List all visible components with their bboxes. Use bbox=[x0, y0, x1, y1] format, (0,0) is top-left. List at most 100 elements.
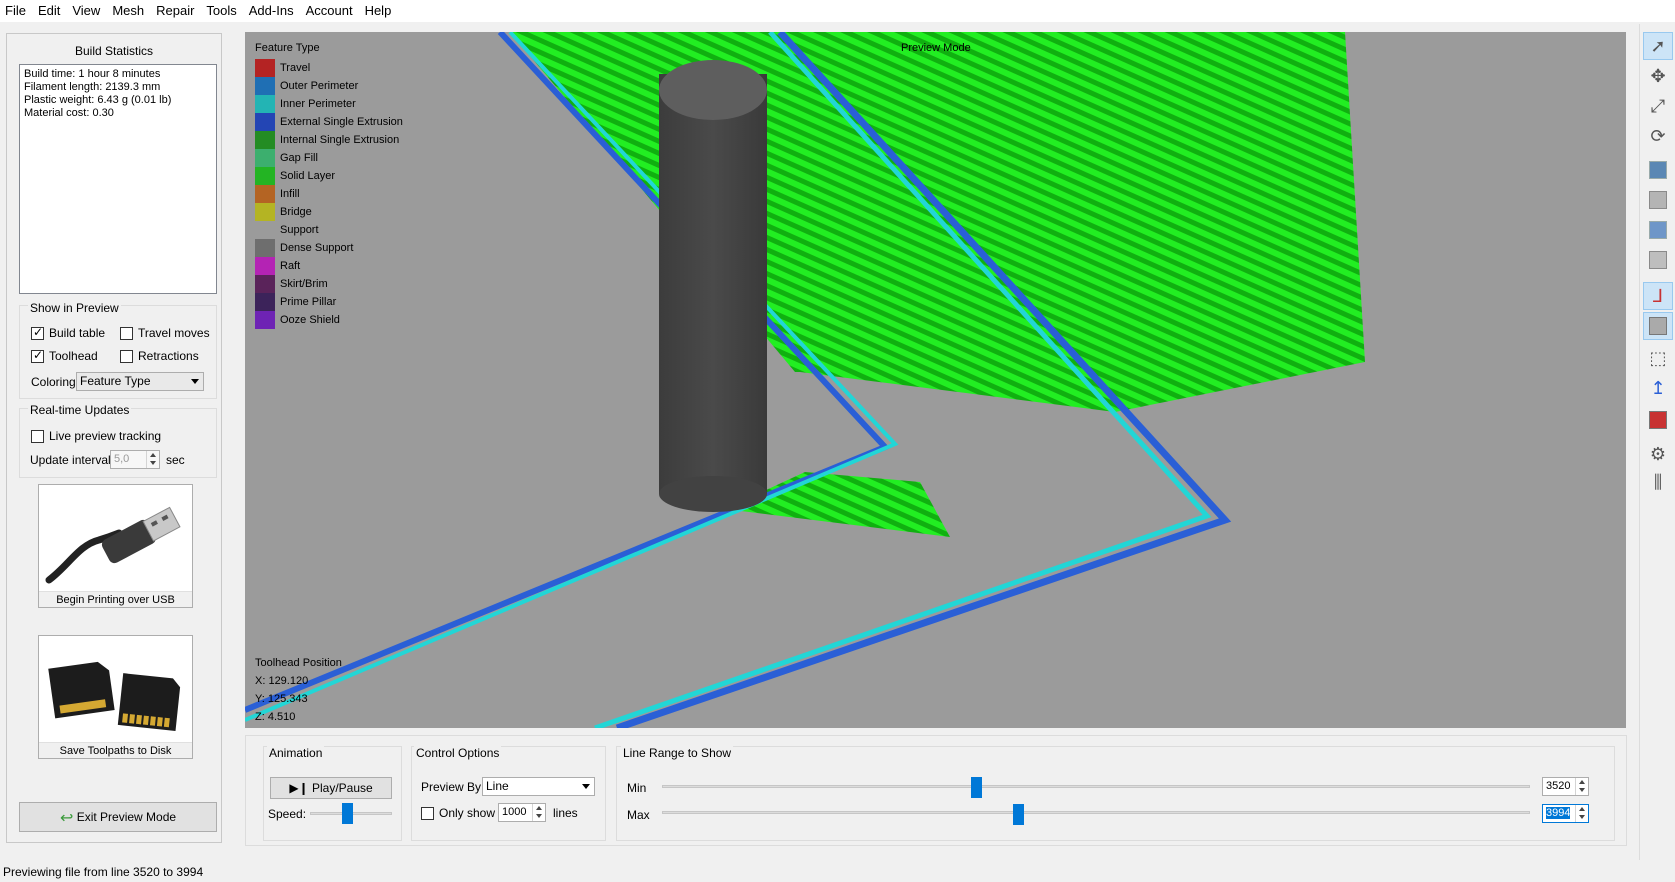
gear-icon[interactable]: ⚙ bbox=[1643, 440, 1673, 468]
retractions-option[interactable]: Retractions bbox=[120, 349, 199, 363]
legend-label: Prime Pillar bbox=[280, 296, 337, 308]
exit-preview-button[interactable]: ↩ Exit Preview Mode bbox=[19, 802, 217, 832]
legend-label: Support bbox=[280, 224, 319, 236]
menu-file[interactable]: File bbox=[0, 0, 33, 22]
live-preview-checkbox[interactable] bbox=[31, 429, 44, 443]
min-line-spinbox[interactable]: 3520 bbox=[1542, 777, 1589, 796]
legend-item: Inner Perimeter bbox=[255, 95, 403, 113]
speed-label: Speed: bbox=[268, 807, 307, 821]
legend-title: Feature Type bbox=[255, 42, 320, 54]
sd-card-icon bbox=[48, 661, 181, 731]
legend-swatch bbox=[255, 293, 275, 311]
only-show-option[interactable]: Only show bbox=[421, 806, 495, 820]
menu-tools[interactable]: Tools bbox=[201, 0, 243, 22]
legend-swatch bbox=[255, 113, 275, 131]
move-icon[interactable]: ✥ bbox=[1643, 62, 1673, 90]
spin-arrows-icon[interactable] bbox=[532, 804, 545, 821]
menu-edit[interactable]: Edit bbox=[33, 0, 67, 22]
travel-moves-label: Travel moves bbox=[138, 326, 210, 340]
toolhead-option[interactable]: Toolhead bbox=[31, 348, 98, 363]
toolhead-position: Toolhead Position X: 129.120 Y: 125.343 … bbox=[255, 654, 342, 726]
menu-mesh[interactable]: Mesh bbox=[107, 0, 151, 22]
speed-slider-handle[interactable] bbox=[341, 803, 353, 824]
line-range-title: Line Range to Show bbox=[621, 746, 734, 760]
legend-label: Travel bbox=[280, 62, 311, 74]
coloring-label: Coloring bbox=[31, 375, 76, 389]
menu-help[interactable]: Help bbox=[360, 0, 399, 22]
chevron-down-icon bbox=[582, 784, 590, 789]
live-preview-label: Live preview tracking bbox=[49, 429, 162, 443]
only-show-lines-spinbox[interactable]: 1000 bbox=[498, 803, 546, 822]
legend-swatch bbox=[255, 77, 275, 95]
disk-button-label: Save Toolpaths to Disk bbox=[39, 742, 192, 758]
min-range-slider-handle[interactable] bbox=[971, 777, 983, 798]
live-preview-option[interactable]: Live preview tracking bbox=[31, 429, 161, 443]
wireframe-cube-icon[interactable]: ⬚ bbox=[1643, 344, 1673, 372]
realtime-updates-group: Real-time Updates Live preview tracking … bbox=[19, 403, 217, 478]
max-line-spinbox[interactable]: 3994 bbox=[1542, 804, 1589, 823]
chevron-down-icon bbox=[191, 379, 199, 384]
z-axis-icon[interactable]: ↥ bbox=[1643, 374, 1673, 402]
build-statistics-box: Build time: 1 hour 8 minutes Filament le… bbox=[19, 64, 217, 294]
lines-label: lines bbox=[553, 806, 578, 820]
min-range-slider-track[interactable] bbox=[662, 785, 1530, 788]
section-icon[interactable] bbox=[1643, 406, 1673, 434]
legend-item: Dense Support bbox=[255, 239, 403, 257]
build-table-label: Build table bbox=[49, 326, 106, 340]
axis-icon[interactable]: ⅃ bbox=[1643, 282, 1673, 310]
coloring-select[interactable]: Feature Type bbox=[76, 372, 204, 391]
view-cube-icon[interactable] bbox=[1643, 156, 1673, 184]
legend-item: Bridge bbox=[255, 203, 403, 221]
toolhead-cylinder-bottom bbox=[659, 476, 767, 512]
build-table-checkbox[interactable] bbox=[31, 325, 44, 340]
view-cube-icon[interactable] bbox=[1643, 246, 1673, 274]
control-options-title: Control Options bbox=[414, 746, 502, 760]
view-cube-icon[interactable] bbox=[1643, 186, 1673, 214]
legend-item: External Single Extrusion bbox=[255, 113, 403, 131]
begin-printing-usb-button[interactable]: Begin Printing over USB bbox=[38, 484, 193, 608]
max-range-slider-handle[interactable] bbox=[1012, 804, 1024, 825]
spin-arrows-icon[interactable] bbox=[1575, 805, 1588, 822]
preview-by-label: Preview By bbox=[421, 780, 482, 794]
preview-by-select[interactable]: Line bbox=[482, 777, 595, 796]
bottom-control-panel: Animation ▶❙ Play/Pause Speed: Control O… bbox=[245, 735, 1627, 846]
legend-item: Infill bbox=[255, 185, 403, 203]
save-toolpaths-button[interactable]: Save Toolpaths to Disk bbox=[38, 635, 193, 759]
legend-swatch bbox=[255, 149, 275, 167]
build-table-option[interactable]: Build table bbox=[31, 325, 106, 340]
rotate-icon[interactable]: ⟳ bbox=[1643, 122, 1673, 150]
retractions-checkbox[interactable] bbox=[120, 349, 133, 363]
toolhead-z: Z: 4.510 bbox=[255, 711, 296, 723]
spin-arrows-icon[interactable] bbox=[1575, 778, 1588, 795]
toolhead-checkbox[interactable] bbox=[31, 348, 44, 363]
only-show-checkbox[interactable] bbox=[421, 806, 434, 820]
toolhead-y: Y: 125.343 bbox=[255, 693, 308, 705]
supports-icon[interactable]: ⫼ bbox=[1643, 468, 1673, 496]
view-cube-icon[interactable] bbox=[1643, 216, 1673, 244]
menu-account[interactable]: Account bbox=[301, 0, 360, 22]
update-interval-spinbox[interactable]: 5,0 bbox=[110, 450, 160, 469]
update-interval-label: Update interval bbox=[30, 453, 111, 467]
scale-icon[interactable]: ⤢ bbox=[1643, 92, 1673, 120]
menu-view[interactable]: View bbox=[67, 0, 107, 22]
max-range-slider-track[interactable] bbox=[662, 811, 1530, 814]
preview-viewport[interactable]: Feature Type Travel Outer Perimeter Inne… bbox=[245, 32, 1626, 728]
toolhead-label: Toolhead bbox=[49, 349, 98, 363]
travel-moves-option[interactable]: Travel moves bbox=[120, 326, 210, 340]
travel-moves-checkbox[interactable] bbox=[120, 326, 133, 340]
play-pause-button[interactable]: ▶❙ Play/Pause bbox=[270, 777, 392, 799]
select-arrow-icon[interactable]: ➚ bbox=[1643, 32, 1673, 60]
menu-repair[interactable]: Repair bbox=[151, 0, 201, 22]
legend-label: Ooze Shield bbox=[280, 314, 340, 326]
menu-add-ins[interactable]: Add-Ins bbox=[244, 0, 301, 22]
legend-swatch bbox=[255, 203, 275, 221]
toolhead-x: X: 129.120 bbox=[255, 675, 309, 687]
legend-label: Outer Perimeter bbox=[280, 80, 359, 92]
retractions-label: Retractions bbox=[138, 349, 199, 363]
legend-label: External Single Extrusion bbox=[280, 116, 403, 128]
toolhead-cylinder bbox=[659, 74, 767, 494]
spin-arrows-icon[interactable] bbox=[146, 451, 159, 468]
max-label: Max bbox=[627, 808, 650, 822]
build-statistics-title: Build Statistics bbox=[74, 44, 154, 58]
solid-cube-icon[interactable] bbox=[1643, 312, 1673, 340]
